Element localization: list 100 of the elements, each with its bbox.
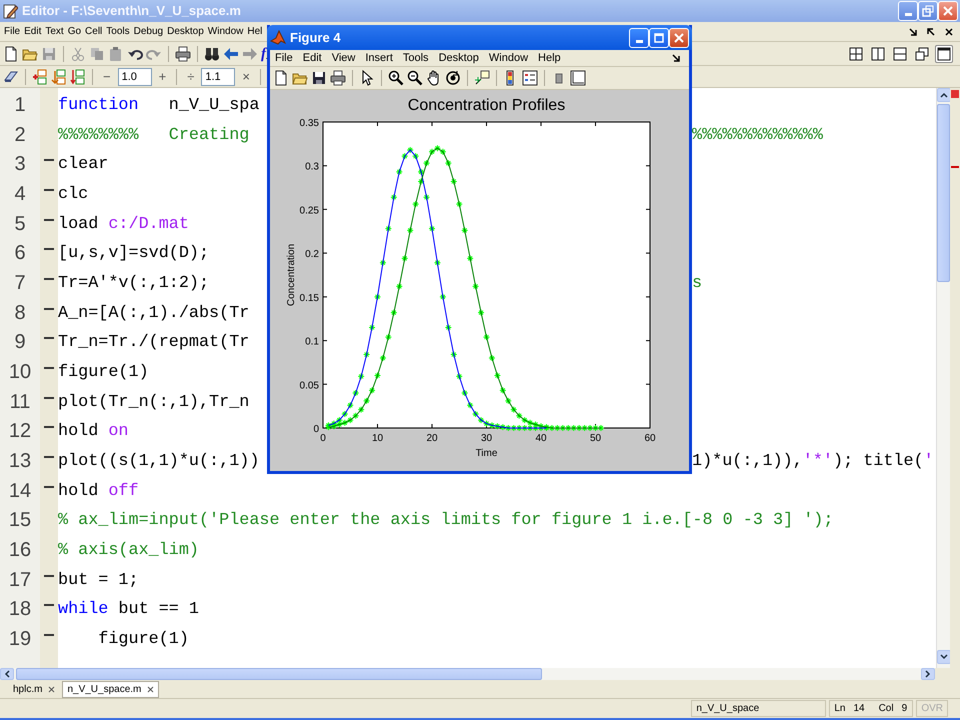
scroll-thumb[interactable] bbox=[937, 104, 950, 282]
tab-label[interactable]: n_V_U_space.m bbox=[67, 682, 142, 697]
data-point bbox=[488, 354, 496, 362]
data-point bbox=[444, 160, 452, 167]
data-point bbox=[418, 178, 425, 185]
plot-frame-icon[interactable] bbox=[570, 70, 586, 86]
menu-item[interactable]: Tools bbox=[398, 50, 434, 66]
menu-item[interactable]: File bbox=[2, 24, 22, 40]
scroll-down-button[interactable] bbox=[937, 650, 951, 664]
zoom-out-icon[interactable] bbox=[407, 70, 423, 86]
new-file-icon[interactable] bbox=[3, 46, 19, 62]
paste-icon[interactable] bbox=[108, 46, 124, 62]
line-number: 7 bbox=[13, 270, 27, 296]
code-line: while but == 1 bbox=[58, 599, 199, 622]
menu-item[interactable]: Edit bbox=[22, 24, 44, 40]
menu-item[interactable]: Tools bbox=[104, 24, 132, 40]
menu-item[interactable]: Help bbox=[533, 50, 566, 66]
close-icon[interactable] bbox=[944, 26, 954, 36]
rotate-icon[interactable] bbox=[445, 70, 461, 86]
line-number: 4 bbox=[13, 182, 27, 207]
code-line: figure(1) bbox=[97, 628, 189, 651]
close-icon[interactable] bbox=[48, 686, 56, 693]
undock-arrow-icon[interactable] bbox=[926, 26, 936, 36]
number-field[interactable]: 1.1 bbox=[201, 68, 236, 86]
menu-item[interactable]: Edit bbox=[298, 50, 327, 66]
horizontal-scrollbar[interactable] bbox=[0, 668, 935, 680]
scroll-up-button[interactable] bbox=[937, 88, 951, 102]
scroll-thumb[interactable] bbox=[16, 668, 542, 680]
zoom-in-icon[interactable] bbox=[388, 70, 404, 86]
menu-item[interactable]: File bbox=[270, 50, 298, 66]
number-field[interactable]: 1.0 bbox=[118, 68, 152, 86]
tab-label[interactable]: hplc.m bbox=[13, 682, 42, 697]
cell-swap-icon[interactable] bbox=[51, 68, 67, 84]
line-number: 8 bbox=[13, 300, 27, 326]
layout-button[interactable] bbox=[935, 44, 953, 62]
menu-item[interactable]: Go bbox=[66, 24, 84, 40]
file-tab[interactable]: hplc.m bbox=[8, 681, 60, 698]
minimize-icon bbox=[904, 13, 912, 16]
close-icon[interactable] bbox=[147, 686, 154, 693]
menu-item[interactable]: Desktop bbox=[434, 50, 484, 66]
close-button[interactable] bbox=[938, 1, 958, 21]
scroll-left-button[interactable] bbox=[0, 668, 14, 680]
cell-down-icon[interactable] bbox=[70, 68, 86, 84]
increment-button[interactable]: × bbox=[238, 66, 254, 86]
menu-item[interactable]: Window bbox=[206, 24, 246, 40]
menu-item[interactable]: View bbox=[326, 50, 360, 66]
increment-button[interactable]: + bbox=[154, 66, 170, 86]
tick-label: 0.05 bbox=[300, 380, 319, 392]
menu-item[interactable]: Debug bbox=[132, 24, 166, 40]
data-point bbox=[412, 200, 420, 208]
layout-button[interactable] bbox=[891, 44, 909, 62]
restore-button[interactable] bbox=[918, 1, 938, 21]
new-file-icon[interactable] bbox=[273, 70, 289, 86]
menu-item[interactable]: Insert bbox=[360, 50, 398, 66]
printer-icon[interactable] bbox=[175, 46, 191, 62]
maximize-icon bbox=[653, 32, 665, 44]
menu-item[interactable]: Desktop bbox=[165, 24, 206, 40]
menu-item[interactable]: Window bbox=[484, 50, 534, 66]
line-number-value: 14 bbox=[853, 702, 865, 716]
printer-icon[interactable] bbox=[330, 70, 346, 86]
decrement-button[interactable]: − bbox=[99, 66, 115, 86]
eraser-icon[interactable] bbox=[3, 68, 19, 84]
close-button[interactable] bbox=[669, 28, 689, 48]
close-icon bbox=[673, 32, 685, 44]
layout-button[interactable] bbox=[847, 44, 865, 62]
data-point bbox=[379, 354, 386, 362]
data-point bbox=[504, 397, 512, 404]
data-cursor-icon[interactable] bbox=[474, 70, 490, 86]
minimize-button[interactable] bbox=[629, 28, 649, 48]
data-point bbox=[450, 351, 458, 358]
code-line: figure(1) bbox=[58, 362, 149, 384]
tick-label: 0.25 bbox=[300, 205, 319, 216]
maximize-button[interactable] bbox=[649, 28, 669, 48]
data-point bbox=[439, 293, 446, 300]
cell-insert-icon[interactable] bbox=[32, 68, 48, 84]
back-arrow-icon[interactable] bbox=[223, 46, 239, 62]
code-line: A_n=[A(:,1)./abs(Tr bbox=[58, 302, 250, 325]
file-tab[interactable]: n_V_U_space.m bbox=[62, 681, 160, 698]
data-point bbox=[456, 200, 463, 208]
line-number: 16 bbox=[8, 538, 32, 563]
scroll-right-button[interactable] bbox=[921, 668, 935, 680]
menu-item[interactable]: Text bbox=[43, 24, 66, 40]
dock-arrow-icon[interactable] bbox=[671, 53, 681, 63]
code-line: hold on bbox=[58, 421, 129, 444]
data-point bbox=[406, 226, 414, 234]
legend-icon[interactable] bbox=[522, 70, 538, 86]
chevron-up-icon bbox=[940, 92, 948, 98]
line-number: 12 bbox=[8, 419, 32, 444]
code-line: plot((s(1,1)*u(:,1)) bbox=[58, 450, 260, 473]
minimize-button[interactable] bbox=[898, 1, 918, 21]
line-number: 14 bbox=[8, 478, 32, 504]
layout-button[interactable] bbox=[869, 44, 887, 62]
layout-button[interactable] bbox=[913, 44, 931, 62]
vertical-scrollbar[interactable] bbox=[936, 88, 950, 668]
dock-arrow-icon[interactable] bbox=[908, 26, 918, 36]
binoculars-icon[interactable] bbox=[204, 46, 220, 62]
decrement-button[interactable]: ÷ bbox=[183, 66, 198, 86]
menu-item[interactable]: Hel bbox=[245, 24, 264, 40]
data-point bbox=[346, 402, 354, 409]
menu-item[interactable]: Cell bbox=[83, 24, 104, 40]
